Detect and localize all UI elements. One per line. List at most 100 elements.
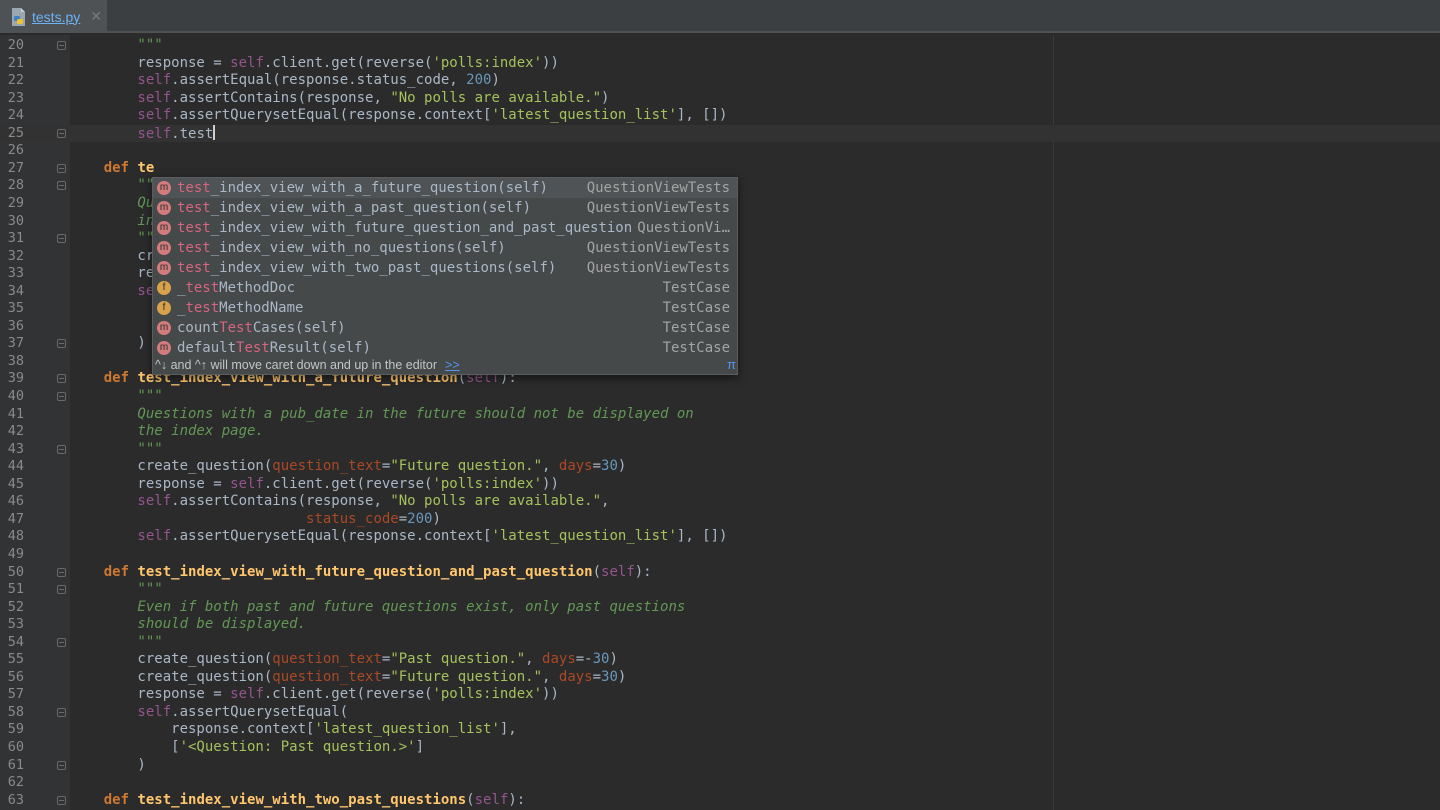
fold-marker-icon[interactable] — [57, 444, 66, 454]
code-editor[interactable]: 20 """ 21 response = self.client.get(reve… — [0, 35, 1440, 810]
code-line[interactable]: 26 — [0, 142, 1440, 160]
completion-name-part: Test — [219, 320, 253, 336]
code-line[interactable]: 58 self.assertQuerysetEqual( — [0, 704, 1440, 722]
code-token: =- — [575, 651, 593, 668]
code-token: "Future question." — [390, 458, 543, 475]
code-line[interactable]: 62 — [0, 774, 1440, 792]
completion-item[interactable]: m defaultTestResult(self) TestCase — [153, 338, 737, 358]
code-line[interactable]: 55 create_question(question_text="Past q… — [0, 651, 1440, 669]
code-token: self — [70, 125, 172, 142]
code-line[interactable]: 41 Questions with a pub_date in the futu… — [0, 406, 1440, 424]
completion-item[interactable]: m test_index_view_with_no_questions(self)… — [153, 238, 737, 258]
code-line[interactable]: 20 """ — [0, 37, 1440, 55]
code-line[interactable]: 51 """ — [0, 581, 1440, 599]
code-line[interactable]: 23 self.assertContains(response, "No pol… — [0, 90, 1440, 108]
code-token: "" — [70, 230, 155, 247]
code-line[interactable]: 45 response = self.client.get(reverse('p… — [0, 476, 1440, 494]
line-number: 20 — [7, 37, 24, 53]
line-number: 56 — [7, 668, 24, 685]
tab-close-icon[interactable]: ✕ — [90, 8, 102, 25]
code-line[interactable]: 40 """ — [0, 388, 1440, 406]
completion-item-type: TestCase — [662, 280, 730, 296]
completion-item-name: defaultTestResult(self) — [177, 338, 371, 358]
code-text: response.context['latest_question_list']… — [70, 721, 517, 739]
code-token: "No polls are available." — [390, 89, 602, 106]
fold-marker-icon[interactable] — [57, 392, 66, 401]
fold-marker-icon[interactable] — [57, 181, 66, 191]
code-text: self.assertContains(response, "No polls … — [70, 90, 609, 108]
completion-item[interactable]: m test_index_view_with_future_question_an… — [153, 218, 737, 238]
code-text: the index page. — [70, 423, 263, 441]
code-token: "No polls are available." — [390, 493, 602, 510]
completion-item[interactable]: f _testMethodName TestCase — [153, 298, 737, 318]
completion-item[interactable]: f _testMethodDoc TestCase — [153, 278, 737, 298]
completion-item[interactable]: m test_index_view_with_a_future_question(… — [153, 178, 737, 198]
fold-marker-icon[interactable] — [57, 339, 66, 349]
code-text: def te — [70, 160, 155, 178]
code-line[interactable]: 47 status_code=200) — [0, 511, 1440, 529]
line-number: 33 — [7, 265, 24, 282]
fold-marker-icon[interactable] — [57, 637, 66, 647]
fold-marker-icon[interactable] — [57, 41, 66, 50]
completion-item[interactable]: m test_index_view_with_two_past_questions… — [153, 258, 737, 278]
line-number: 26 — [7, 142, 24, 159]
tab-tests-py[interactable]: tests.py ✕ — [0, 0, 107, 33]
code-line[interactable]: 49 — [0, 546, 1440, 564]
code-line[interactable]: 43 """ — [0, 441, 1440, 459]
fold-marker-icon[interactable] — [57, 707, 66, 717]
code-line[interactable]: 42 the index page. — [0, 423, 1440, 441]
fold-marker-icon[interactable] — [57, 234, 66, 244]
code-token: , — [542, 458, 559, 475]
code-token: .client.get(reverse( — [263, 475, 433, 492]
fold-marker-icon[interactable] — [57, 795, 66, 805]
code-token: question_text — [272, 458, 382, 475]
line-number: 35 — [7, 300, 24, 317]
completion-name-part: _index_view_with_no_questions(self) — [210, 240, 506, 256]
code-token: ] — [415, 739, 425, 755]
fold-marker-icon[interactable] — [57, 374, 66, 384]
code-line[interactable]: 27 def te — [0, 160, 1440, 178]
code-line[interactable]: 59 response.context['latest_question_lis… — [0, 721, 1440, 739]
pi-icon[interactable]: π — [727, 356, 736, 374]
completion-name-part: test — [177, 200, 211, 216]
code-line[interactable]: 54 """ — [0, 634, 1440, 652]
fold-marker-icon[interactable] — [57, 585, 66, 595]
code-text: "" — [70, 230, 154, 248]
line-number: 48 — [7, 528, 24, 545]
code-line[interactable]: 61 ) — [0, 757, 1440, 775]
fold-marker-icon[interactable] — [57, 128, 66, 138]
fold-marker-icon[interactable] — [57, 760, 66, 770]
code-token: = — [592, 458, 602, 475]
code-line[interactable]: 63 def test_index_view_with_two_past_que… — [0, 792, 1440, 810]
code-line[interactable]: 52 Even if both past and future question… — [0, 599, 1440, 617]
fold-marker-icon[interactable] — [57, 567, 66, 577]
code-line[interactable]: 21 response = self.client.get(reverse('p… — [0, 55, 1440, 73]
completion-item[interactable]: m test_index_view_with_a_past_question(se… — [153, 198, 737, 218]
completion-item-name: test_index_view_with_future_question_and… — [177, 218, 632, 238]
code-line[interactable]: 24 self.assertQuerysetEqual(response.con… — [0, 107, 1440, 125]
method-icon: m — [157, 181, 171, 195]
code-token: days — [558, 458, 593, 475]
code-line[interactable]: 46 self.assertContains(response, "No pol… — [0, 493, 1440, 511]
line-number: 52 — [7, 598, 24, 615]
code-token: Questions with a pub_date in the future … — [70, 405, 694, 422]
code-token: self — [70, 72, 172, 89]
code-line[interactable]: 22 self.assertEqual(response.status_code… — [0, 72, 1440, 90]
code-line[interactable]: 50 def test_index_view_with_future_quest… — [0, 564, 1440, 582]
line-number: 40 — [7, 388, 24, 404]
code-line[interactable]: 60 ['<Question: Past question.>'] — [0, 739, 1440, 757]
completion-hint-bar: ^↓ and ^↑ will move caret down and up in… — [153, 356, 737, 374]
code-line[interactable]: 48 self.assertQuerysetEqual(response.con… — [0, 528, 1440, 546]
code-text: self.assertQuerysetEqual(response.contex… — [70, 107, 727, 125]
code-line[interactable]: 44 create_question(question_text = "Future… — [0, 458, 1440, 476]
code-token: 'latest_question_list' — [491, 107, 677, 124]
fold-marker-icon[interactable] — [57, 163, 66, 173]
code-line[interactable]: 53 should be displayed. — [0, 616, 1440, 634]
completion-hint-link[interactable]: >> — [445, 358, 460, 372]
completion-item[interactable]: m countTestCases(self) TestCase — [153, 318, 737, 338]
code-line[interactable]: 56 create_question(question_text = "Future… — [0, 669, 1440, 687]
line-number: 25 — [7, 124, 24, 141]
code-line[interactable]: 57 response = self.client.get(reverse('p… — [0, 686, 1440, 704]
code-token: ], []) — [676, 528, 728, 545]
code-line[interactable]: 25 self.test — [0, 124, 1440, 143]
